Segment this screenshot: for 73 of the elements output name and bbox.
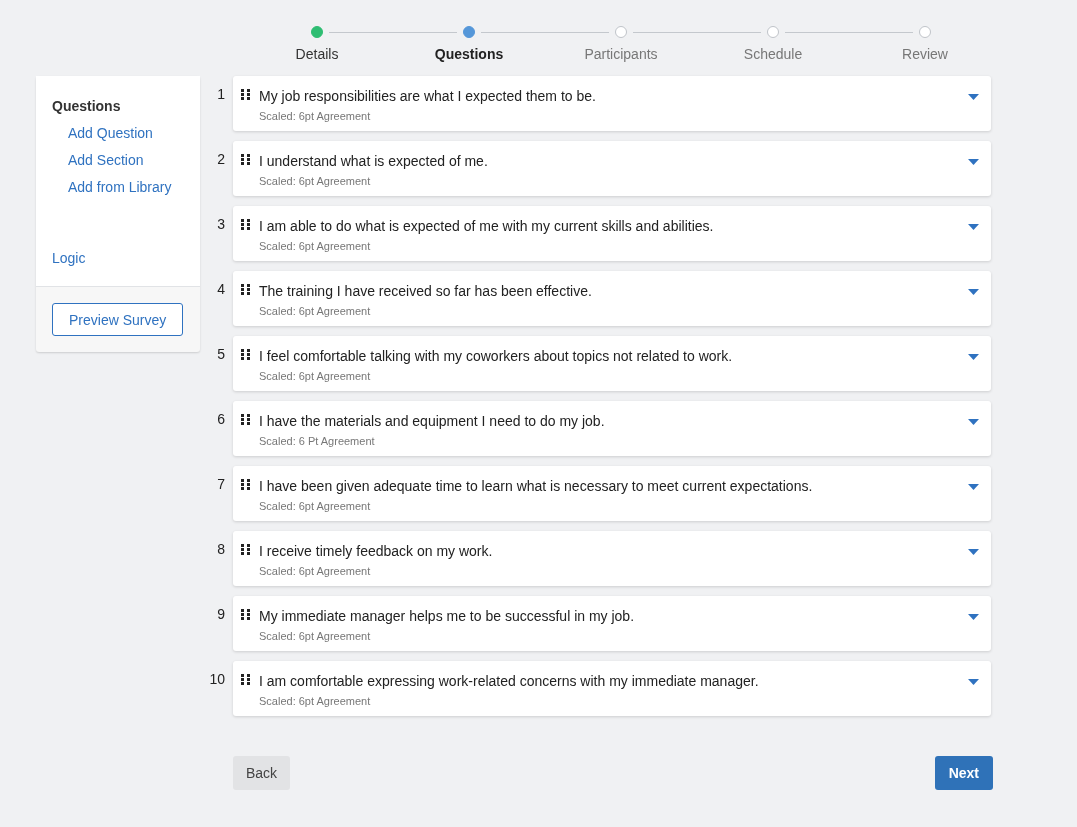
question-card[interactable]: The training I have received so far has been effective. Scaled: 6pt Agreement [233,271,991,326]
question-text: I am able to do what is expected of me with my current skills and abilities. [259,218,715,234]
caret-icon[interactable] [968,224,979,230]
question-number: 7 [216,475,226,492]
back-button[interactable]: Back [233,756,291,790]
next-button[interactable]: Next [934,756,993,790]
question-card[interactable]: I feel comfortable talking with my coworkers about topics not related to work. Scaled: 6pt Agreement [233,336,991,391]
drag-handle-icon[interactable] [241,479,251,490]
sidebar-link[interactable]: Add Question [68,125,184,141]
question-card[interactable]: I have the materials and equipment I need to do my job. Scaled: 6 Pt Agreement [233,401,991,456]
caret-icon[interactable] [968,159,979,165]
question-text: I understand what is expected of me. [259,153,489,169]
question-scale: Scaled: 6pt Agreement [259,240,372,252]
question-card[interactable]: I receive timely feedback on my work. Scaled: 6pt Agreement [233,531,991,586]
question-text: I have been given adequate time to learn what is necessary to meet current expectations. [259,478,814,494]
sidebar-link[interactable]: Add Section [68,152,184,168]
question-text: My job responsibilities are what I expected them to be. [259,88,597,104]
drag-handle-icon[interactable] [241,154,251,165]
question-number: 4 [216,280,226,297]
logic-link[interactable]: Logic [52,250,86,266]
question-card[interactable]: I am able to do what is expected of me with my current skills and abilities. Scaled: 6pt Agreement [233,206,991,261]
question-card[interactable]: I have been given adequate time to learn what is necessary to meet current expectations. Scaled: 6pt Agreement [233,466,991,521]
step-label[interactable]: Questions [434,46,504,62]
question-card[interactable]: My immediate manager helps me to be successful in my job. Scaled: 6pt Agreement [233,596,991,651]
drag-handle-icon[interactable] [241,219,251,230]
step-label[interactable]: Participants [584,46,658,62]
question-text: I have the materials and equipment I need to do my job. [259,413,606,429]
question-scale: Scaled: 6 Pt Agreement [259,435,376,447]
sidebar-heading: Questions [52,98,122,114]
question-scale: Scaled: 6pt Agreement [259,110,372,122]
question-card[interactable]: My job responsibilities are what I expected them to be. Scaled: 6pt Agreement [233,76,991,131]
question-scale: Scaled: 6pt Agreement [259,370,372,382]
question-scale: Scaled: 6pt Agreement [259,500,372,512]
question-number: 10 [208,670,226,687]
question-scale: Scaled: 6pt Agreement [259,175,372,187]
caret-icon[interactable] [968,94,979,100]
drag-handle-icon[interactable] [241,414,251,425]
caret-icon[interactable] [968,549,979,555]
question-text: I am comfortable expressing work-related concerns with my immediate manager. [259,673,760,689]
question-number: 9 [216,605,226,622]
drag-handle-icon[interactable] [241,544,251,555]
question-card[interactable]: I understand what is expected of me. Scaled: 6pt Agreement [233,141,991,196]
drag-handle-icon[interactable] [241,674,251,685]
question-text: The training I have received so far has been effective. [259,283,593,299]
question-text: I receive timely feedback on my work. [259,543,494,559]
question-scale: Scaled: 6pt Agreement [259,305,372,317]
question-scale: Scaled: 6pt Agreement [259,630,372,642]
question-number: 2 [216,150,226,167]
question-number: 3 [216,215,226,232]
drag-handle-icon[interactable] [241,89,251,100]
caret-icon[interactable] [968,614,979,620]
drag-handle-icon[interactable] [241,349,251,360]
question-card[interactable]: I am comfortable expressing work-related concerns with my immediate manager. Scaled: 6pt Agreement [233,661,991,716]
question-number: 5 [216,345,226,362]
question-number: 8 [216,540,226,557]
question-text: My immediate manager helps me to be successful in my job. [259,608,636,624]
question-text: I feel comfortable talking with my coworkers about topics not related to work. [259,348,734,364]
sidebar-link[interactable]: Add from Library [68,179,184,195]
step-label[interactable]: Schedule [743,46,803,62]
drag-handle-icon[interactable] [241,284,251,295]
question-scale: Scaled: 6pt Agreement [259,565,372,577]
caret-icon[interactable] [968,419,979,425]
step-label[interactable]: Details [295,46,339,62]
caret-icon[interactable] [968,679,979,685]
caret-icon[interactable] [968,289,979,295]
drag-handle-icon[interactable] [241,609,251,620]
caret-icon[interactable] [968,354,979,360]
step-label[interactable]: Review [902,46,948,62]
caret-icon[interactable] [968,484,979,490]
question-number: 1 [216,85,226,102]
preview-survey-button[interactable]: Preview Survey [52,303,184,336]
question-scale: Scaled: 6pt Agreement [259,695,372,707]
question-number: 6 [216,410,226,427]
